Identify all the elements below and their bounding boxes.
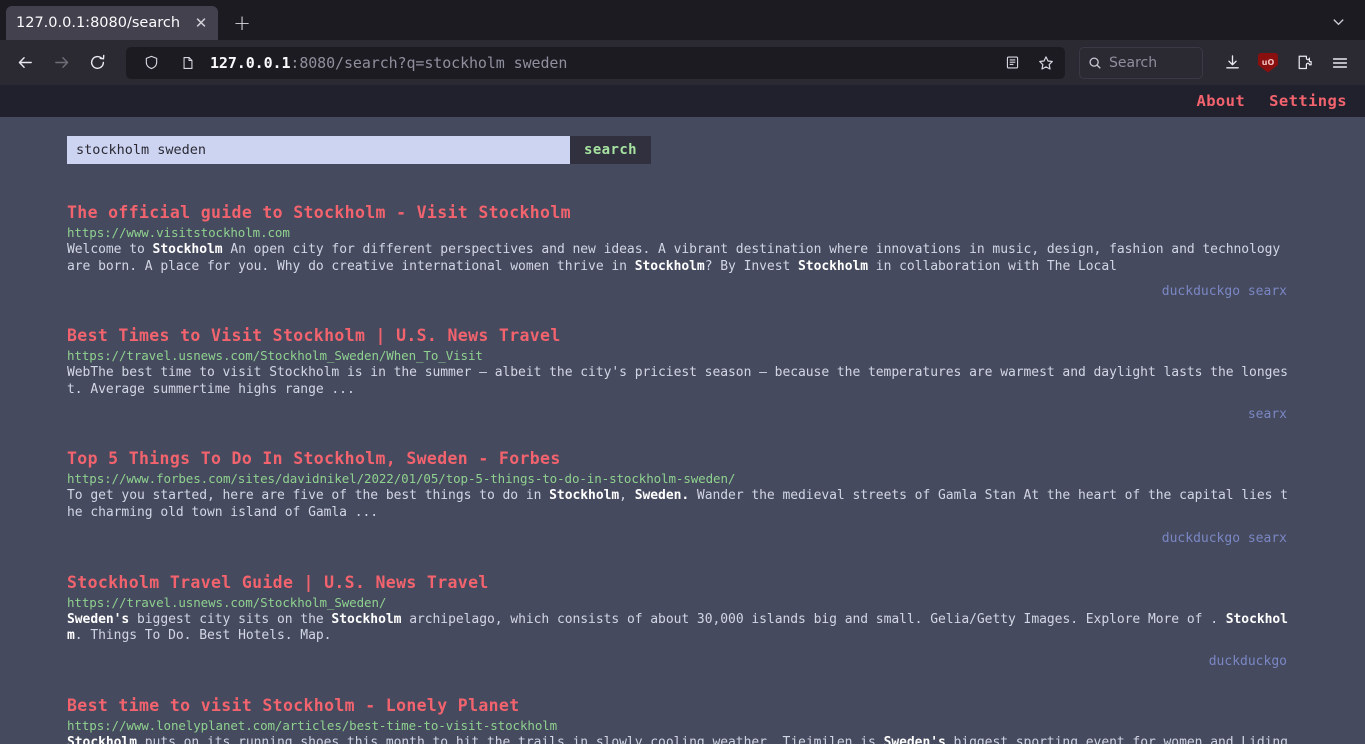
tab-strip: 127.0.0.1:8080/search ✕ + bbox=[0, 0, 1365, 40]
shield-icon[interactable] bbox=[136, 49, 166, 77]
result-spacer bbox=[67, 423, 1295, 448]
result-title-link[interactable]: The official guide to Stockholm - Visit … bbox=[67, 202, 571, 224]
result-url: https://www.lonelyplanet.com/articles/be… bbox=[67, 717, 558, 733]
result-description: WebThe best time to visit Stockholm is i… bbox=[67, 365, 1288, 397]
search-icon bbox=[1088, 56, 1102, 70]
browser-tab-active[interactable]: 127.0.0.1:8080/search ✕ bbox=[6, 6, 218, 40]
back-arrow-icon[interactable] bbox=[8, 47, 42, 79]
result-engine-tags: duckduckgo searx bbox=[1161, 530, 1287, 546]
bookmark-star-icon[interactable] bbox=[1031, 49, 1061, 77]
new-tab-button[interactable]: + bbox=[226, 7, 258, 39]
search-input[interactable] bbox=[67, 136, 570, 164]
ublock-badge: uO bbox=[1258, 52, 1278, 73]
ublock-origin-icon[interactable]: uO bbox=[1251, 47, 1285, 79]
search-result-item: Best Times to Visit Stockholm | U.S. New… bbox=[67, 325, 1295, 423]
close-icon[interactable]: ✕ bbox=[192, 14, 210, 32]
page-content: About Settings search The official guide… bbox=[0, 85, 1365, 744]
reload-icon[interactable] bbox=[80, 47, 114, 79]
forward-arrow-icon bbox=[44, 47, 78, 79]
result-engine-tags: duckduckgo searx bbox=[1161, 284, 1287, 300]
hamburger-menu-icon[interactable] bbox=[1323, 47, 1357, 79]
search-result-item: The official guide to Stockholm - Visit … bbox=[67, 202, 1295, 300]
page-document-icon[interactable] bbox=[173, 49, 203, 77]
url-text: 127.0.0.1:8080/search?q=stockholm sweden bbox=[210, 54, 990, 72]
search-submit-button[interactable]: search bbox=[570, 136, 651, 164]
result-engine-tags: duckduckgo bbox=[1208, 653, 1287, 669]
result-engine-tags: searx bbox=[1247, 407, 1287, 423]
url-bar-actions bbox=[997, 49, 1061, 77]
nav-link-about[interactable]: About bbox=[1196, 92, 1245, 110]
result-title-link[interactable]: Top 5 Things To Do In Stockholm, Sweden … bbox=[67, 448, 561, 470]
result-spacer bbox=[67, 300, 1295, 325]
url-host: 127.0.0.1 bbox=[210, 53, 291, 72]
result-spacer bbox=[67, 670, 1295, 695]
navigation-toolbar: 127.0.0.1:8080/search?q=stockholm sweden bbox=[0, 40, 1365, 85]
search-results-list: The official guide to Stockholm - Visit … bbox=[0, 202, 1365, 744]
browser-search-bar[interactable]: Search bbox=[1079, 46, 1203, 79]
result-description: To get you started, here are five of the… bbox=[67, 488, 1288, 520]
result-title-link[interactable]: Stockholm Travel Guide | U.S. News Trave… bbox=[67, 572, 489, 594]
search-result-item: Best time to visit Stockholm - Lonely Pl… bbox=[67, 695, 1295, 744]
url-bar[interactable]: 127.0.0.1:8080/search?q=stockholm sweden bbox=[126, 46, 1065, 79]
result-description: Sweden's biggest city sits on the Stockh… bbox=[67, 611, 1288, 644]
result-title-link[interactable]: Best Times to Visit Stockholm | U.S. New… bbox=[67, 325, 561, 347]
downloads-icon[interactable] bbox=[1215, 47, 1249, 79]
result-url: https://travel.usnews.com/Stockholm_Swed… bbox=[67, 594, 387, 610]
result-title-link[interactable]: Best time to visit Stockholm - Lonely Pl… bbox=[67, 695, 520, 717]
search-result-item: Stockholm Travel Guide | U.S. News Trave… bbox=[67, 572, 1295, 670]
chevron-down-icon[interactable] bbox=[1321, 4, 1355, 38]
url-path: :8080/search?q=stockholm sweden bbox=[290, 53, 568, 72]
result-url: https://www.visitstockholm.com bbox=[67, 225, 290, 240]
result-url: https://travel.usnews.com/Stockholm_Swed… bbox=[67, 348, 483, 364]
result-description: Stockholm puts on its running shoes this… bbox=[67, 734, 1288, 744]
search-result-item: Top 5 Things To Do In Stockholm, Sweden … bbox=[67, 448, 1295, 546]
search-form: search bbox=[0, 117, 1365, 164]
toolbar-actions: uO bbox=[1215, 47, 1357, 79]
nav-link-settings[interactable]: Settings bbox=[1269, 92, 1347, 110]
result-url: https://www.forbes.com/sites/davidnikel/… bbox=[67, 471, 736, 487]
result-description: Welcome to Stockholm An open city for di… bbox=[67, 242, 1281, 274]
browser-window: 127.0.0.1:8080/search ✕ + 127.0.0.1:8080… bbox=[0, 0, 1365, 744]
browser-search-placeholder: Search bbox=[1109, 54, 1158, 71]
site-header: About Settings bbox=[0, 85, 1365, 117]
result-spacer bbox=[67, 547, 1295, 572]
reader-view-icon[interactable] bbox=[997, 49, 1027, 77]
tab-title: 127.0.0.1:8080/search bbox=[16, 15, 181, 31]
extension-puzzle-icon[interactable] bbox=[1287, 47, 1321, 79]
